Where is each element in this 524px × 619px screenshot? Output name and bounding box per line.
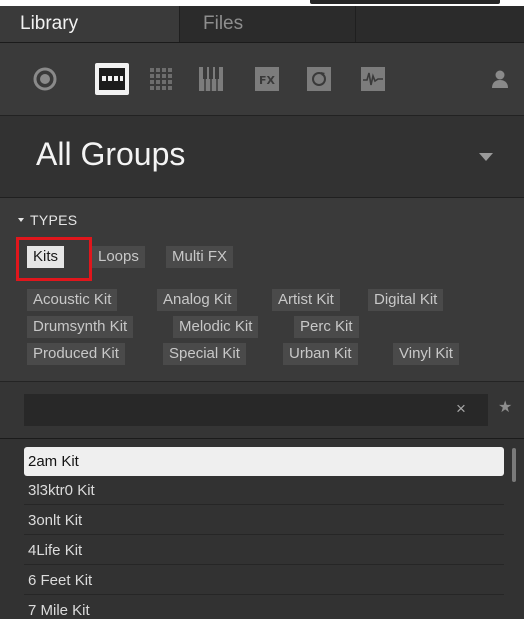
subtype-tag[interactable]: Digital Kit [368,289,444,311]
record-icon[interactable] [31,65,59,93]
subtype-tag[interactable]: Analog Kit [157,289,238,311]
list-item[interactable]: 7 Mile Kit [24,596,504,619]
tab-library[interactable]: Library [0,6,180,42]
subtype-tag[interactable]: Acoustic Kit [27,289,118,311]
piano-icon[interactable] [197,65,225,93]
waveform-icon[interactable] [359,65,387,93]
types-heading[interactable]: TYPES [18,212,77,228]
search-input[interactable] [24,394,488,426]
subtype-tag[interactable]: Drumsynth Kit [27,316,134,338]
list-item[interactable]: 3l3ktr0 Kit [24,476,504,505]
types-heading-label: TYPES [30,212,78,228]
cropped-text-fragment [310,0,500,4]
dropdown-arrow-icon[interactable] [479,153,493,161]
search-bar: × ★ [0,382,524,439]
list-item[interactable]: 2am Kit [24,447,504,476]
clear-search-icon[interactable]: × [456,400,466,418]
fx-icon[interactable]: FX [253,65,281,93]
list-item[interactable]: 3onlt Kit [24,506,504,535]
type-tag-multi-fx[interactable]: Multi FX [166,246,234,268]
grid-icon[interactable] [147,65,175,93]
subtype-tag[interactable]: Special Kit [163,343,246,365]
browser-panel: Library Files FX All Groups TYPES Kits L… [0,0,524,619]
content-type-icon-bar: FX [0,43,524,116]
subtype-tag[interactable]: Artist Kit [272,289,340,311]
group-selector[interactable]: All Groups [0,116,524,198]
scrollbar-thumb[interactable] [512,448,516,482]
collapse-caret-icon [18,218,24,223]
loop-icon[interactable] [305,65,333,93]
subtype-tag[interactable]: Melodic Kit [173,316,259,338]
subtype-tag[interactable]: Perc Kit [294,316,359,338]
list-item[interactable]: 6 Feet Kit [24,566,504,595]
highlight-annotation [16,237,92,281]
type-tag-loops[interactable]: Loops [92,246,145,268]
svg-text:FX: FX [259,74,276,87]
tab-bar: Library Files [0,6,524,43]
favorites-star-icon[interactable]: ★ [498,399,512,417]
types-section: TYPES Kits Loops Multi FX Acoustic Kit A… [0,198,524,382]
tab-files[interactable]: Files [181,6,356,42]
group-selector-title: All Groups [36,136,186,172]
subtype-tag[interactable]: Urban Kit [283,343,358,365]
user-icon[interactable] [486,65,514,93]
tab-empty [357,6,524,42]
subtype-tag[interactable]: Vinyl Kit [393,343,459,365]
subtype-tag[interactable]: Produced Kit [27,343,125,365]
list-item[interactable]: 4Life Kit [24,536,504,565]
results-list: 2am Kit 3l3ktr0 Kit 3onlt Kit 4Life Kit … [0,439,524,619]
kit-icon[interactable] [95,63,129,95]
